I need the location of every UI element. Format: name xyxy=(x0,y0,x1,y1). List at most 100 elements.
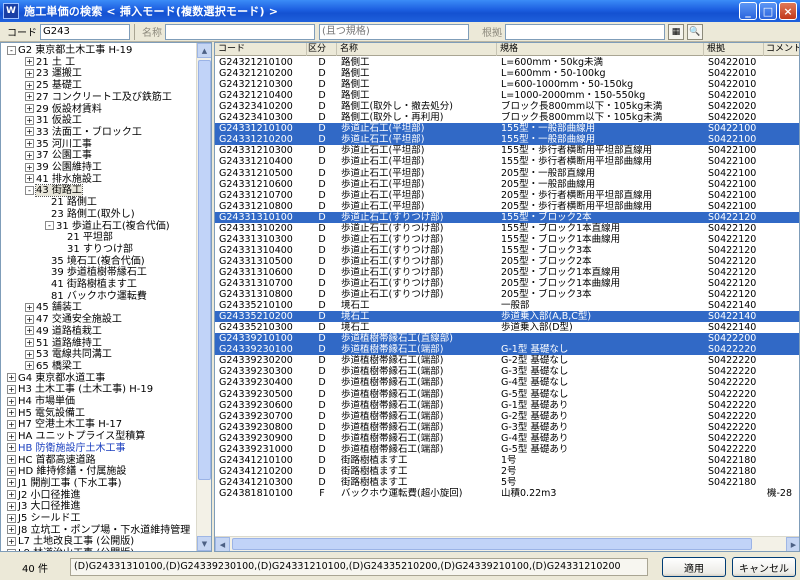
table-row[interactable]: G24335210200 D 境石工 歩道乗入部(A,B,C型) S0422140 xyxy=(215,311,799,323)
table-row[interactable]: G24331210800 D 歩道止石工(平坦部) 205型・歩行者横断用平坦部曲線用… xyxy=(215,201,799,212)
tree-node[interactable]: +37 公園工事 xyxy=(25,150,92,162)
expand-icon[interactable]: + xyxy=(7,501,16,511)
tree-node[interactable]: +51 道路維持工 xyxy=(25,338,102,350)
tree-node[interactable]: 21 路側工 xyxy=(45,197,97,209)
expand-icon[interactable]: + xyxy=(7,466,16,476)
tree-node[interactable]: +39 公園維持工 xyxy=(25,162,102,174)
expand-icon[interactable]: + xyxy=(25,80,34,90)
table-row[interactable]: G24339230400 D 歩道植樹帯縁石工(端部) G-4型 基礎なし S04222… xyxy=(215,377,799,388)
expand-icon[interactable]: + xyxy=(7,431,16,441)
expand-icon[interactable]: + xyxy=(7,536,16,546)
table-row[interactable]: G24323410300 D 路側工(取外し・再利用) ブロック長800mm以下・10… xyxy=(215,112,799,123)
table-row[interactable]: G24331310700 D 歩道止石工(すりつけ部) 205型・ブロック1本曲線用 S… xyxy=(215,278,799,289)
expand-icon[interactable]: + xyxy=(25,92,34,102)
table-row[interactable]: G24339230200 D 歩道植樹帯縁石工(端部) G-2型 基礎なし S04222… xyxy=(215,355,799,366)
tree-node[interactable]: + HA ユニットプライス型積算 xyxy=(7,431,145,443)
tree-node[interactable]: 31 すりつけ部 xyxy=(61,244,133,256)
tree-node[interactable]: +21 土 工 xyxy=(25,57,75,69)
table-row[interactable]: G24323410200 D 路側工(取外し・撤去処分) ブロック長800mm以下・1… xyxy=(215,101,799,112)
apply-button[interactable]: 適用 xyxy=(662,557,726,577)
expand-icon[interactable]: + xyxy=(25,104,34,113)
close-button[interactable]: × xyxy=(779,2,797,20)
tree-node[interactable]: 35 境石工(複合代価) xyxy=(45,256,145,268)
table-row[interactable]: G24331210600 D 歩道止石工(平坦部) 205型・一般部曲線用 S04221… xyxy=(215,179,799,190)
table-row[interactable]: G24321210400 D 路側工 L=1000-2000mm・150-550kg S… xyxy=(215,90,799,101)
table-row[interactable]: G24331310500 D 歩道止石工(すりつけ部) 205型・ブロック2本 S042… xyxy=(215,256,799,267)
tree-node[interactable]: + J3 大口径推進 xyxy=(7,501,81,513)
tree-node[interactable]: 23 路側工(取外し) xyxy=(45,209,135,221)
scroll-thumb[interactable] xyxy=(198,60,211,480)
table-row[interactable]: G24331310100 D 歩道止石工(すりつけ部) 155型・ブロック2本 S042… xyxy=(215,211,799,223)
scroll-left-icon[interactable]: ◀ xyxy=(215,537,230,551)
table-view-icon[interactable]: ▦ xyxy=(668,23,684,40)
tree-node[interactable]: + J5 シールド工 xyxy=(7,513,81,525)
expand-icon[interactable]: + xyxy=(25,162,34,172)
tree-node[interactable]: +27 コンクリート工及び鉄筋工 xyxy=(25,92,172,104)
table-row[interactable]: G24335210100 D 境石工 一般部 S0422140 xyxy=(215,300,799,311)
tree-node[interactable]: + G4 東京都水道工事 xyxy=(7,373,105,385)
table-row[interactable]: G24341210200 D 街路樹植ます工 2号 S0422180 xyxy=(215,466,799,477)
results-grid[interactable]: コード 区分 名称 規格 根拠 コメント G24321210100 D 路側工 L=600mm・… xyxy=(214,42,800,552)
expand-icon[interactable]: + xyxy=(25,139,34,149)
maximize-button[interactable]: □ xyxy=(759,2,777,20)
table-row[interactable]: G24339210100 D 歩道植樹帯縁石工(直線部) S0422200 xyxy=(215,333,799,345)
tree-node[interactable]: +45 舗装工 xyxy=(25,302,82,314)
collapse-icon[interactable]: - xyxy=(7,45,16,55)
tree-node[interactable]: + J2 小口径推進 xyxy=(7,490,81,502)
tree-node[interactable]: + HB 防衛施設庁土木工事 xyxy=(7,443,126,455)
table-row[interactable]: G24331210300 D 歩道止石工(平坦部) 155型・歩行者横断用平坦部直線用… xyxy=(215,145,799,156)
tree-node[interactable]: -31 歩道止石工(複合代価) xyxy=(45,221,170,233)
tree-node[interactable]: +25 基礎工 xyxy=(25,80,82,92)
expand-icon[interactable]: + xyxy=(7,419,16,429)
tree-node[interactable]: +41 排水施設工 xyxy=(25,174,102,186)
table-row[interactable]: G24339230500 D 歩道植樹帯縁石工(端部) G-5型 基礎なし S04222… xyxy=(215,389,799,400)
collapse-icon[interactable]: - xyxy=(25,185,34,195)
expand-icon[interactable]: + xyxy=(25,338,34,347)
expand-icon[interactable]: + xyxy=(7,525,16,535)
tree-node[interactable]: 41 街路樹植ます工 xyxy=(45,279,137,291)
table-row[interactable]: G24339230800 D 歩道植樹帯縁石工(端部) G-3型 基礎あり S04222… xyxy=(215,422,799,433)
selected-codes-field[interactable]: (D)G24331310100,(D)G24339230100,(D)G2433… xyxy=(70,558,648,576)
expand-icon[interactable]: + xyxy=(25,57,34,67)
tree-node[interactable]: +53 電線共同溝工 xyxy=(25,349,112,361)
table-row[interactable]: G24331210100 D 歩道止石工(平坦部) 155型・一般部曲線用 S04221… xyxy=(215,123,799,135)
table-row[interactable]: G24331310800 D 歩道止石工(すりつけ部) 205型・ブロック3本 S042… xyxy=(215,289,799,300)
expand-icon[interactable]: + xyxy=(7,455,16,464)
scroll-up-icon[interactable]: ▲ xyxy=(197,43,211,58)
print-preview-icon[interactable]: 🔍 xyxy=(687,23,703,40)
table-row[interactable]: G24339230600 D 歩道植樹帯縁石工(端部) G-1型 基礎あり S04222… xyxy=(215,400,799,411)
category-tree[interactable]: - G2 東京都土木工事 H-19 +21 土 工 +23 運搬工 +25 基礎工 +27… xyxy=(0,42,212,552)
tree-node[interactable]: + HD 維持修繕・付属施設 xyxy=(7,466,126,478)
tree-node[interactable]: + H4 市場単価 xyxy=(7,396,75,408)
spec-input[interactable] xyxy=(319,23,469,40)
cancel-button[interactable]: キャンセル xyxy=(732,557,796,577)
tree-node[interactable]: + HC 首都高速道路 xyxy=(7,455,96,467)
column-header[interactable]: コード xyxy=(215,43,307,56)
code-input[interactable] xyxy=(40,23,130,40)
tree-node[interactable]: +29 仮設材賃料 xyxy=(25,104,102,116)
table-row[interactable]: G24339230700 D 歩道植樹帯縁石工(端部) G-2型 基礎あり S04222… xyxy=(215,411,799,422)
tree-node[interactable]: +65 橋梁工 xyxy=(25,361,82,373)
table-row[interactable]: G24331310300 D 歩道止石工(すりつけ部) 155型・ブロック1本曲線用 S… xyxy=(215,234,799,245)
tree-node[interactable]: 21 平坦部 xyxy=(61,232,113,244)
expand-icon[interactable]: + xyxy=(25,150,34,160)
tree-node[interactable]: + J8 立坑工・ポンプ場・下水道維持管理 xyxy=(7,525,190,537)
table-row[interactable]: G24339230100 D 歩道植樹帯縁石工(端部) G-1型 基礎なし S04222… xyxy=(215,344,799,356)
tree-node[interactable]: + J1 開削工事 (下水工事) xyxy=(7,478,121,490)
tree-node[interactable]: +49 道路植栽工 xyxy=(25,326,102,338)
scroll-down-icon[interactable]: ▼ xyxy=(197,536,211,551)
expand-icon[interactable]: + xyxy=(7,384,16,394)
table-row[interactable]: G24341210100 D 街路樹植ます工 1号 S0422180 xyxy=(215,455,799,466)
table-row[interactable]: G24331310400 D 歩道止石工(すりつけ部) 155型・ブロック3本 S042… xyxy=(215,245,799,256)
minimize-button[interactable]: _ xyxy=(739,2,757,20)
table-row[interactable]: G24321210300 D 路側工 L=600-1000mm・50-150kg S04… xyxy=(215,79,799,90)
tree-node[interactable]: +23 運搬工 xyxy=(25,68,82,80)
expand-icon[interactable]: + xyxy=(25,127,34,137)
table-row[interactable]: G24331310600 D 歩道止石工(すりつけ部) 205型・ブロック1本直線用 S… xyxy=(215,267,799,278)
table-row[interactable]: G24381810100 F バックホウ運転費(超小旋回) 山積0.22m3 機-28 xyxy=(215,488,799,499)
expand-icon[interactable]: + xyxy=(25,361,34,371)
table-row[interactable]: G24341210300 D 街路樹植ます工 5号 S0422180 xyxy=(215,477,799,488)
tree-node[interactable]: + H5 電気設備工 xyxy=(7,408,85,420)
collapse-icon[interactable]: - xyxy=(45,221,54,230)
expand-icon[interactable]: + xyxy=(7,490,16,500)
